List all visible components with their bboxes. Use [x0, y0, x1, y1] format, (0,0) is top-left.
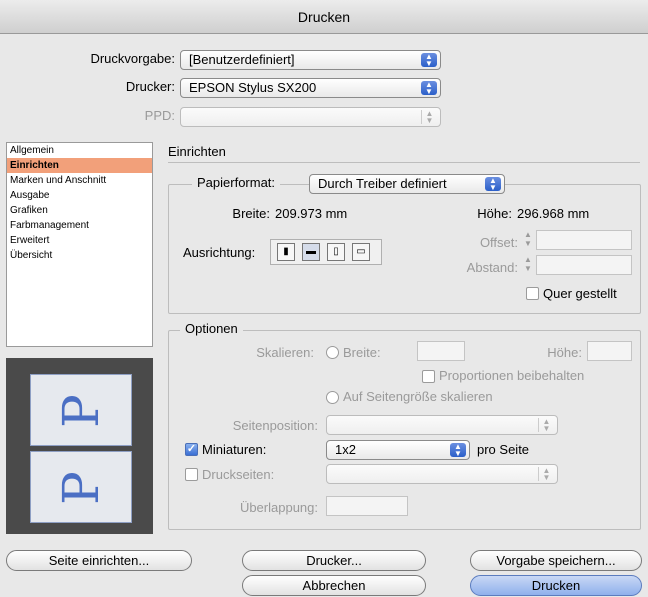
height-value: 296.968 mm: [517, 206, 590, 221]
scale-height-label: Höhe:: [547, 345, 582, 360]
thumbnails-label: Miniaturen:: [202, 442, 267, 457]
popup-arrows-icon: ▲ ▼: [538, 418, 554, 433]
landscape-icon[interactable]: ▬: [302, 243, 320, 261]
portrait-icon[interactable]: ▮: [277, 243, 295, 261]
width-value: 209.973 mm: [275, 206, 348, 221]
sidebar-item-ausgabe[interactable]: Ausgabe: [7, 188, 152, 203]
sidebar-item-uebersicht[interactable]: Übersicht: [7, 248, 152, 263]
preset-value: [Benutzerdefiniert]: [189, 52, 295, 67]
fit-page-label: Auf Seitengröße skalieren: [343, 389, 493, 404]
page-setup-button[interactable]: Seite einrichten...: [6, 550, 192, 571]
window-title: Drucken: [0, 0, 648, 34]
sidebar-item-grafiken[interactable]: Grafiken: [7, 203, 152, 218]
sidebar-item-einrichten[interactable]: Einrichten: [7, 158, 152, 173]
gap-input[interactable]: [536, 255, 632, 275]
gap-stepper[interactable]: ▲ ▼: [522, 255, 534, 275]
preview-page: P: [30, 451, 132, 523]
popup-arrows-icon: ▲ ▼: [538, 467, 554, 482]
sidebar-item-erweitert[interactable]: Erweitert: [7, 233, 152, 248]
sidebar-item-farbmanagement[interactable]: Farbmanagement: [7, 218, 152, 233]
thumbnails-value: 1x2: [335, 442, 356, 457]
thumbnails-checkbox[interactable]: ✓: [185, 443, 198, 456]
category-list: Allgemein Einrichten Marken und Anschnit…: [6, 142, 153, 347]
keep-proportions-checkbox[interactable]: [422, 370, 435, 383]
ppd-popup[interactable]: ▲ ▼: [180, 107, 441, 127]
popup-arrows-icon: ▲ ▼: [421, 81, 437, 96]
sidebar-item-marken[interactable]: Marken und Anschnitt: [7, 173, 152, 188]
thumbnails-popup[interactable]: 1x2 ▲ ▼: [326, 440, 470, 460]
transverse-checkbox[interactable]: [526, 287, 539, 300]
preview-p-glyph: P: [52, 394, 110, 428]
printer-value: EPSON Stylus SX200: [189, 80, 317, 95]
height-label: Höhe:: [477, 206, 512, 221]
per-page-label: pro Seite: [477, 442, 530, 457]
gap-label: Abstand:: [466, 260, 518, 275]
scale-width-label: Breite:: [343, 345, 381, 360]
printer-button[interactable]: Drucker...: [242, 550, 426, 571]
svg-text:P: P: [52, 471, 110, 505]
cancel-button[interactable]: Abbrechen: [242, 575, 426, 596]
sidebar-item-allgemein[interactable]: Allgemein: [7, 143, 152, 158]
scale-height-input[interactable]: [587, 341, 632, 361]
section-divider: [168, 162, 640, 163]
offset-label: Offset:: [479, 235, 518, 250]
print-preview: P P: [6, 358, 153, 534]
fit-page-radio[interactable]: [326, 391, 339, 404]
section-title: Einrichten: [168, 144, 226, 159]
scale-label: Skalieren:: [256, 345, 314, 360]
svg-text:P: P: [52, 394, 110, 428]
tile-popup[interactable]: ▲ ▼: [326, 464, 558, 484]
scale-width-radio[interactable]: [326, 346, 339, 359]
offset-stepper[interactable]: ▲ ▼: [522, 230, 534, 250]
reverse-portrait-icon[interactable]: ▯: [327, 243, 345, 261]
scale-width-input[interactable]: [417, 341, 465, 361]
preset-label: Druckvorgabe:: [90, 51, 175, 66]
print-button[interactable]: Drucken: [470, 575, 642, 596]
keep-proportions-label: Proportionen beibehalten: [439, 368, 585, 383]
orientation-label: Ausrichtung:: [183, 245, 256, 260]
options-legend: Optionen: [180, 321, 243, 336]
ppd-label: PPD:: [144, 108, 175, 123]
page-position-popup[interactable]: ▲ ▼: [326, 415, 558, 435]
popup-arrows-icon: ▲ ▼: [421, 53, 437, 68]
width-label: Breite:: [232, 206, 270, 221]
transverse-label: Quer gestellt: [543, 286, 617, 301]
offset-input[interactable]: [536, 230, 632, 250]
printer-label: Drucker:: [125, 79, 175, 94]
preset-popup[interactable]: [Benutzerdefiniert] ▲ ▼: [180, 50, 441, 70]
overlap-input[interactable]: [326, 496, 408, 516]
paper-format-popup[interactable]: Durch Treiber definiert ▲ ▼: [309, 174, 505, 194]
popup-arrows-icon: ▲ ▼: [485, 177, 501, 192]
tile-label: Druckseiten:: [202, 467, 275, 482]
preview-page: P: [30, 374, 132, 446]
tile-checkbox[interactable]: [185, 468, 198, 481]
printer-popup[interactable]: EPSON Stylus SX200 ▲ ▼: [180, 78, 441, 98]
popup-arrows-icon: ▲ ▼: [421, 110, 437, 125]
page-position-label: Seitenposition:: [232, 418, 318, 433]
preview-p-glyph: P: [52, 471, 110, 505]
paper-format-value: Durch Treiber definiert: [318, 176, 447, 191]
reverse-landscape-icon[interactable]: ▭: [352, 243, 370, 261]
paper-format-label: Papierformat:: [192, 175, 281, 190]
overlap-label: Überlappung:: [239, 500, 318, 515]
popup-arrows-icon: ▲ ▼: [450, 443, 466, 458]
save-preset-button[interactable]: Vorgabe speichern...: [470, 550, 642, 571]
